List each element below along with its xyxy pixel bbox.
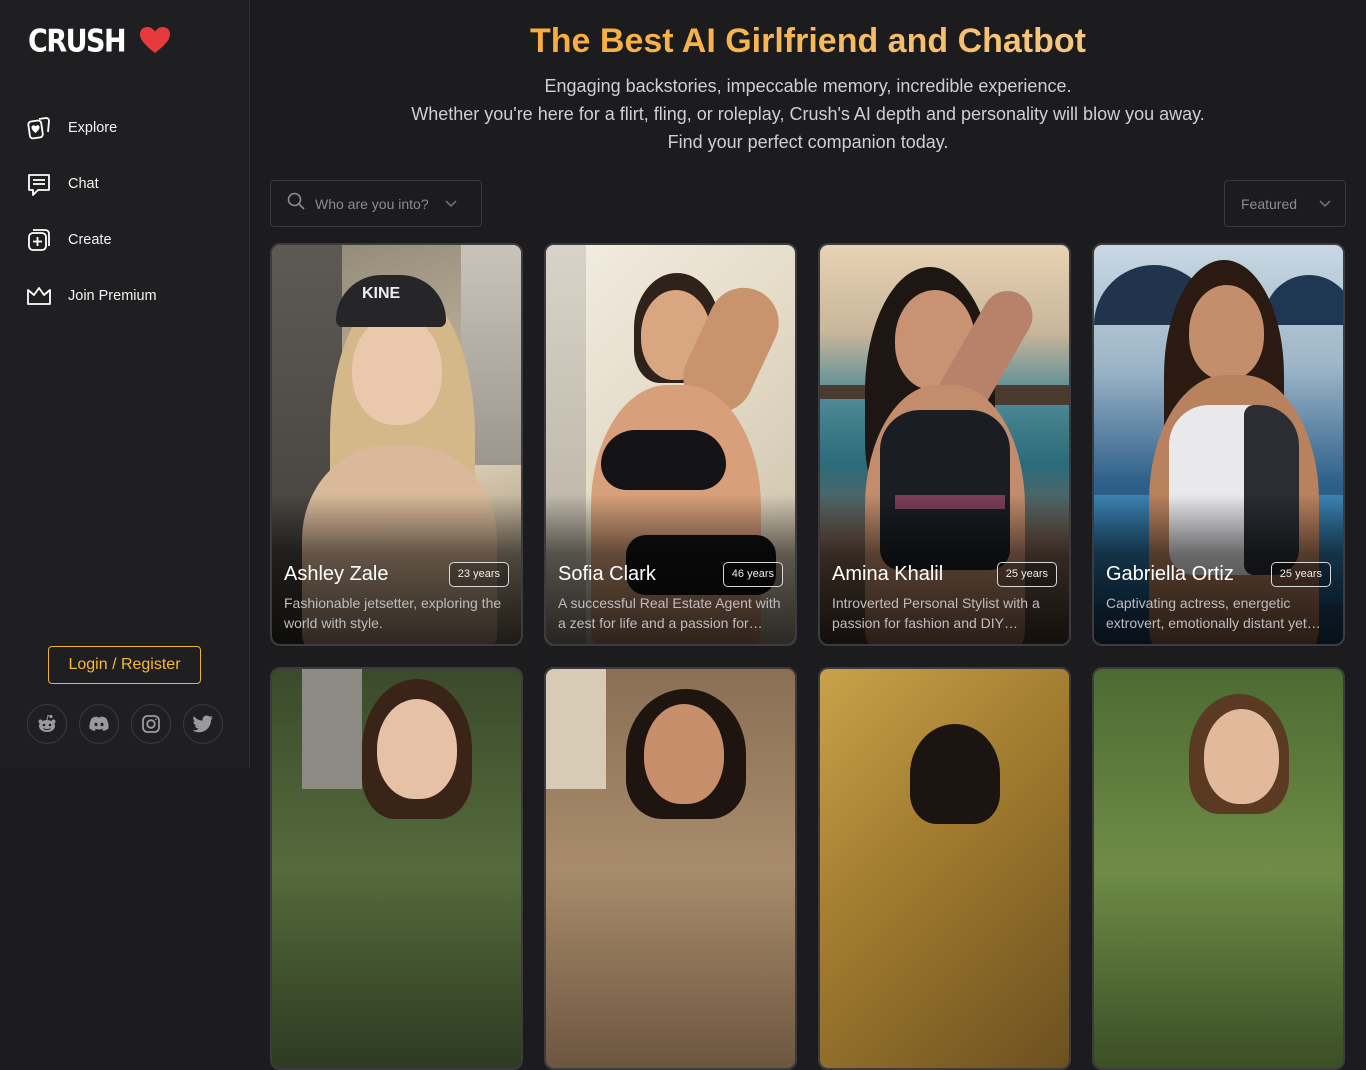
sidebar: CRUSH Explore Chat Create Join Premium L… xyxy=(0,0,250,768)
page-title: The Best AI Girlfriend and Chatbot xyxy=(250,22,1366,61)
age-badge: 25 years xyxy=(1270,562,1331,587)
character-card[interactable] xyxy=(818,667,1071,1070)
character-card[interactable]: Gabriella Ortiz 25 years Captivating act… xyxy=(1092,243,1345,646)
explore-icon xyxy=(26,115,52,141)
sort-dropdown[interactable]: Featured xyxy=(1224,180,1346,227)
age-badge: 46 years xyxy=(722,562,783,587)
character-photo xyxy=(272,669,521,1068)
character-description: Captivating actress, energetic extrovert… xyxy=(1106,595,1321,631)
main-content: The Best AI Girlfriend and Chatbot Engag… xyxy=(250,0,1366,1070)
login-register-button[interactable]: Login / Register xyxy=(48,646,201,684)
character-photo xyxy=(546,669,795,1068)
hero-line: Engaging backstories, impeccable memory,… xyxy=(544,76,1072,96)
logo[interactable]: CRUSH xyxy=(28,24,171,59)
hero-line: Whether you're here for a flirt, fling, … xyxy=(411,104,1205,124)
character-card[interactable] xyxy=(544,667,797,1070)
heart-icon xyxy=(139,26,171,59)
discord-icon[interactable] xyxy=(79,704,119,744)
hero-subtitle: Engaging backstories, impeccable memory,… xyxy=(250,72,1366,156)
cap-logo: KINE xyxy=(362,285,401,302)
sidebar-item-create[interactable]: Create xyxy=(26,212,157,268)
logo-text: CRUSH xyxy=(28,23,127,60)
character-name: Sofia Clark xyxy=(558,563,656,585)
character-photo xyxy=(1094,669,1343,1068)
reddit-icon[interactable] xyxy=(27,704,67,744)
social-links xyxy=(27,704,223,744)
sidebar-item-label: Explore xyxy=(68,120,118,136)
hero-line: Find your perfect companion today. xyxy=(667,132,949,152)
character-card[interactable]: Sofia Clark 46 years A successful Real E… xyxy=(544,243,797,646)
chevron-down-icon xyxy=(445,195,457,213)
search-placeholder: Who are you into? xyxy=(315,195,429,212)
character-description: Introverted Personal Stylist with a pass… xyxy=(832,595,1040,631)
sidebar-item-label: Join Premium xyxy=(68,288,157,304)
sort-selected: Featured xyxy=(1241,195,1298,212)
character-name: Gabriella Ortiz xyxy=(1106,563,1234,585)
character-description: A successful Real Estate Agent with a ze… xyxy=(558,595,781,631)
character-description: Fashionable jetsetter, exploring the wor… xyxy=(284,595,502,631)
crown-icon xyxy=(26,283,52,309)
character-card[interactable] xyxy=(1092,667,1345,1070)
character-name: Ashley Zale xyxy=(284,563,389,585)
instagram-icon[interactable] xyxy=(131,704,171,744)
character-name: Amina Khalil xyxy=(832,563,944,585)
sidebar-item-premium[interactable]: Join Premium xyxy=(26,268,157,324)
chevron-down-icon xyxy=(1319,195,1331,213)
twitter-icon[interactable] xyxy=(183,704,223,744)
age-badge: 25 years xyxy=(996,562,1057,587)
sidebar-item-label: Chat xyxy=(68,176,99,192)
search-input[interactable]: Who are you into? xyxy=(270,180,482,227)
character-card[interactable]: Amina Khalil 25 years Introverted Person… xyxy=(818,243,1071,646)
character-card[interactable] xyxy=(270,667,523,1070)
character-card[interactable]: KINE Ashley Zale 23 years Fashionable je… xyxy=(270,243,523,646)
search-icon xyxy=(287,192,305,215)
character-grid: KINE Ashley Zale 23 years Fashionable je… xyxy=(270,243,1346,1070)
age-badge: 23 years xyxy=(448,562,509,587)
chat-icon xyxy=(26,171,52,197)
sidebar-nav: Explore Chat Create Join Premium xyxy=(26,100,157,324)
create-icon xyxy=(26,227,52,253)
sidebar-item-label: Create xyxy=(68,232,112,248)
character-photo xyxy=(820,669,1069,1068)
sidebar-item-chat[interactable]: Chat xyxy=(26,156,157,212)
sidebar-item-explore[interactable]: Explore xyxy=(26,100,157,156)
